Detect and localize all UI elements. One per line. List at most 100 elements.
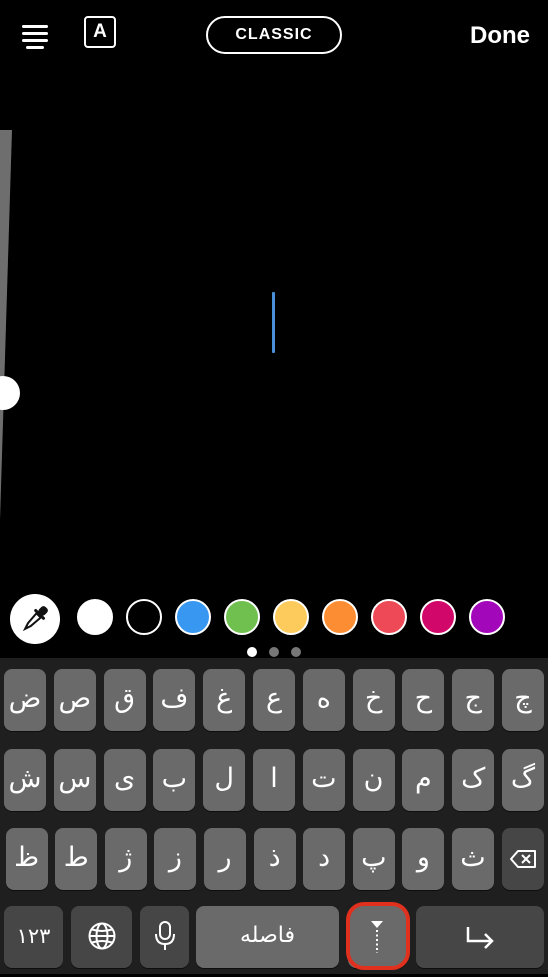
letter-key[interactable]: ظ xyxy=(5,828,48,890)
letter-key[interactable]: ط xyxy=(55,828,98,890)
numbers-key-label: ۱۲۳ xyxy=(16,924,51,948)
letter-key[interactable]: ی xyxy=(103,749,146,811)
letter-key-label: ش xyxy=(8,763,42,794)
letter-key-label: ذ xyxy=(268,842,281,873)
letter-key[interactable]: س xyxy=(53,749,96,811)
letter-key[interactable]: غ xyxy=(203,669,246,731)
letter-key-label: ر xyxy=(218,842,232,873)
letter-key-label: ج xyxy=(464,683,482,714)
return-icon xyxy=(466,927,494,949)
letter-key[interactable]: ا xyxy=(253,749,295,811)
text-size-slider[interactable] xyxy=(0,130,20,520)
letter-key[interactable]: ت xyxy=(302,749,345,811)
page-dot xyxy=(291,647,301,657)
color-swatch[interactable] xyxy=(273,599,309,635)
space-key[interactable]: فاصله xyxy=(196,906,339,968)
letter-key[interactable]: ز xyxy=(154,828,197,890)
letter-key[interactable]: پ xyxy=(352,828,395,890)
letter-key[interactable]: ث xyxy=(452,828,494,890)
letter-key-label: ز xyxy=(168,842,182,873)
letter-key[interactable]: ن xyxy=(352,749,395,811)
done-button[interactable]: Done xyxy=(470,22,530,50)
color-swatch[interactable] xyxy=(322,599,358,635)
letter-key-label: چ xyxy=(514,683,532,714)
page-dot xyxy=(269,647,279,657)
letter-key-label: د xyxy=(318,842,331,873)
letter-key-label: ث xyxy=(460,842,486,873)
letter-key-label: گ xyxy=(510,763,536,794)
letter-key[interactable]: ک xyxy=(452,749,495,811)
letter-key[interactable]: ح xyxy=(402,669,445,731)
letter-key-label: ه xyxy=(316,683,331,714)
letter-key-label: ی xyxy=(114,763,136,794)
letter-key-label: م xyxy=(415,763,432,794)
letter-key[interactable]: خ xyxy=(352,669,395,731)
letter-key[interactable]: ش xyxy=(4,749,46,811)
letter-key-label: ق xyxy=(114,683,136,714)
numbers-key[interactable]: ۱۲۳ xyxy=(4,906,63,968)
letter-key-label: خ xyxy=(364,683,383,714)
letter-key[interactable]: ژ xyxy=(104,828,147,890)
letter-key-label: ن xyxy=(363,763,384,794)
letter-key[interactable]: م xyxy=(402,749,445,811)
return-key[interactable] xyxy=(416,906,544,968)
letter-key-label: ت xyxy=(311,763,337,794)
letter-key-label: ص xyxy=(58,683,92,714)
color-page-indicator xyxy=(0,642,548,657)
zero-width-non-joiner-icon xyxy=(371,921,383,953)
letter-key-label: ض xyxy=(8,683,42,714)
color-swatch[interactable] xyxy=(224,599,260,635)
text-alignment-icon[interactable] xyxy=(22,24,48,49)
delete-key[interactable] xyxy=(502,828,544,890)
letter-key[interactable]: ذ xyxy=(253,828,296,890)
text-size-thumb[interactable] xyxy=(0,376,20,410)
color-swatch[interactable] xyxy=(469,599,505,635)
text-background-button[interactable]: A xyxy=(84,16,116,48)
text-cursor xyxy=(272,292,275,353)
color-swatch[interactable] xyxy=(77,599,113,635)
color-swatch[interactable] xyxy=(420,599,456,635)
microphone-icon xyxy=(154,921,175,950)
color-swatch[interactable] xyxy=(371,599,407,635)
text-size-track xyxy=(0,130,12,520)
color-swatch[interactable] xyxy=(175,599,211,635)
zero-width-non-joiner-key[interactable] xyxy=(348,906,406,968)
letter-key[interactable]: د xyxy=(303,828,346,890)
letter-key[interactable]: ج xyxy=(452,669,495,731)
color-picker-row xyxy=(0,592,548,644)
letter-key-label: ح xyxy=(414,683,433,714)
letter-key-label: ف xyxy=(160,683,189,714)
letter-key-label: غ xyxy=(216,683,233,714)
letter-key[interactable]: ف xyxy=(153,669,196,731)
letter-key[interactable]: ع xyxy=(253,669,295,731)
letter-key-label: ک xyxy=(461,763,486,794)
letter-key-label: ا xyxy=(270,763,278,794)
letter-key-label: ل xyxy=(214,763,234,794)
letter-key[interactable]: ق xyxy=(103,669,146,731)
letter-key-label: س xyxy=(58,763,92,794)
letter-key[interactable]: ه xyxy=(302,669,345,731)
letter-key[interactable]: ص xyxy=(53,669,96,731)
font-selector-button[interactable]: CLASSIC xyxy=(206,16,342,54)
letter-key[interactable]: ض xyxy=(4,669,46,731)
letter-key[interactable]: ب xyxy=(153,749,196,811)
page-dot xyxy=(247,647,257,657)
backspace-icon xyxy=(510,850,536,868)
letter-key[interactable]: چ xyxy=(502,669,544,731)
letter-key-label: و xyxy=(416,842,430,873)
color-swatch[interactable] xyxy=(126,599,162,635)
globe-key[interactable] xyxy=(71,906,132,968)
space-key-label: فاصله xyxy=(240,923,295,948)
globe-icon xyxy=(88,922,115,950)
letter-key[interactable]: گ xyxy=(502,749,544,811)
eyedropper-button[interactable] xyxy=(10,594,60,644)
letter-key[interactable]: ر xyxy=(204,828,246,890)
eyedropper-icon xyxy=(22,606,48,632)
microphone-key[interactable] xyxy=(140,906,189,968)
top-bar: A CLASSIC Done xyxy=(0,0,548,80)
letter-key-label: ژ xyxy=(119,842,133,873)
letter-key[interactable]: و xyxy=(402,828,445,890)
letter-key[interactable]: ل xyxy=(203,749,246,811)
letter-key-label: ب xyxy=(161,763,188,794)
letter-key-label: ع xyxy=(265,683,283,714)
